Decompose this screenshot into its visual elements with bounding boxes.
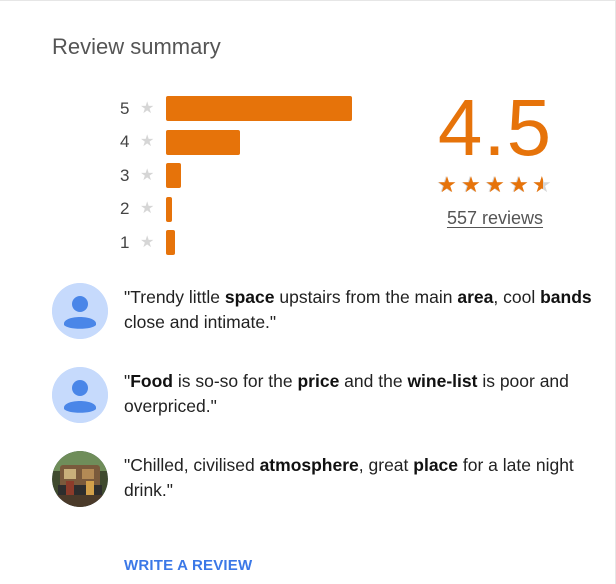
- histogram-track: [166, 163, 352, 189]
- review-text-segment: , cool: [493, 287, 541, 307]
- review-keyword: place: [413, 455, 459, 475]
- histogram-row[interactable]: 1 ★: [120, 226, 370, 260]
- review-keyword: Food: [130, 371, 173, 391]
- histogram-track: [166, 96, 352, 122]
- review-text: "Trendy little space upstairs from the m…: [124, 283, 592, 335]
- star-icon: ★ ★: [460, 172, 481, 197]
- histogram-row[interactable]: 4 ★: [120, 126, 370, 160]
- histogram-bar: [166, 129, 241, 155]
- star-icon: ★ ★: [436, 172, 457, 197]
- score-block: 4.5 ★ ★ ★ ★ ★ ★ ★ ★ ★ ★ 557 reviews: [420, 86, 570, 229]
- review-keyword: space: [224, 287, 275, 307]
- histogram-row-label: 5: [120, 98, 130, 118]
- histogram-bar: [166, 96, 352, 122]
- star-icon: ★: [140, 166, 155, 184]
- histogram-row-label: 3: [120, 165, 130, 185]
- average-score: 4.5: [437, 83, 553, 172]
- reviews-count-link[interactable]: 557 reviews: [447, 208, 543, 229]
- histogram-track: [166, 230, 352, 256]
- histogram-row[interactable]: 2 ★: [120, 193, 370, 227]
- histogram-bar: [166, 196, 172, 222]
- review-keyword: wine-list: [407, 371, 478, 391]
- star-icon: ★ ★: [484, 172, 505, 197]
- review-text-segment: "Trendy little: [124, 287, 225, 307]
- star-icon: ★: [140, 200, 155, 218]
- review-keyword: atmosphere: [259, 455, 359, 475]
- star-icon: ★: [140, 99, 155, 117]
- review-text-segment: close and intimate.": [124, 312, 277, 332]
- star-icon: ★ ★: [532, 172, 552, 197]
- review-snippet: "Chilled, civilised atmosphere, great pl…: [52, 451, 592, 507]
- person-avatar-icon: [52, 283, 108, 339]
- photo-avatar-icon: [52, 451, 108, 507]
- histogram-row-label: 2: [120, 199, 130, 219]
- histogram-track: [166, 196, 352, 222]
- person-avatar-icon: [52, 367, 108, 423]
- histogram-row-label: 4: [120, 132, 130, 152]
- histogram-track: [166, 129, 352, 155]
- review-text-segment: "Chilled, civilised: [124, 455, 260, 475]
- review-snippet: "Food is so-so for the price and the win…: [52, 367, 592, 423]
- review-keyword: area: [457, 287, 494, 307]
- histogram-bar: [166, 163, 181, 189]
- histogram-row-label: 1: [120, 232, 130, 252]
- histogram-row[interactable]: 3 ★: [120, 159, 370, 193]
- review-keyword: bands: [540, 287, 592, 307]
- star-rating: ★ ★ ★ ★ ★ ★ ★ ★ ★ ★: [420, 174, 570, 196]
- top-divider: [0, 0, 616, 1]
- review-summary-title: Review summary: [52, 34, 221, 59]
- review-keyword: price: [297, 371, 340, 391]
- histogram-row[interactable]: 5 ★: [120, 92, 370, 126]
- review-text: "Chilled, civilised atmosphere, great pl…: [124, 451, 592, 503]
- review-snippet: "Trendy little space upstairs from the m…: [52, 283, 592, 339]
- review-text: "Food is so-so for the price and the win…: [124, 367, 592, 419]
- histogram-bar: [166, 230, 176, 256]
- review-text-segment: upstairs from the main: [274, 287, 458, 307]
- review-text-segment: is so-so for the: [172, 371, 298, 391]
- star-icon: ★: [140, 133, 155, 151]
- star-icon: ★: [140, 233, 155, 251]
- review-text-segment: and the: [339, 371, 408, 391]
- star-icon: ★ ★: [508, 172, 529, 197]
- rating-histogram: 5 ★ 4 ★ 3 ★ 2 ★ 1 ★: [120, 92, 370, 260]
- write-review-button[interactable]: WRITE A REVIEW: [124, 557, 252, 574]
- review-text-segment: , great: [358, 455, 414, 475]
